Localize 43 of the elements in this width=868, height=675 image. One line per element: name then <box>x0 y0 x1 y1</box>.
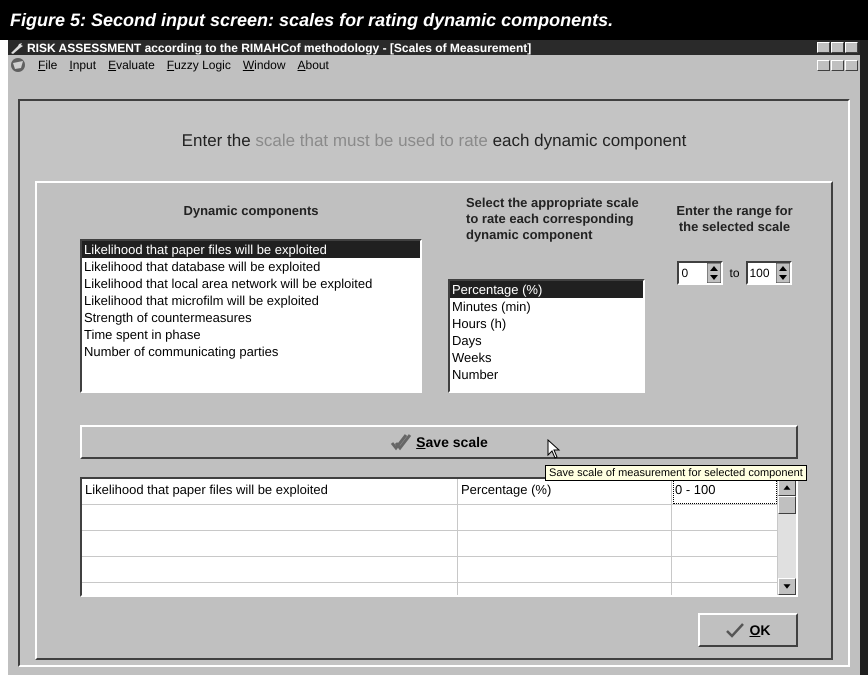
check-icon <box>725 622 746 638</box>
spin-arrows-icon[interactable] <box>707 263 722 283</box>
window-title: RISK ASSESSMENT according to the RIMAHCof methodology - [Scales of Measurement] <box>27 40 532 54</box>
figure-caption: Figure 5: Second input screen: scales for rating dynamic components. <box>0 0 868 40</box>
menu-item[interactable]: Evaluate <box>108 58 155 72</box>
list-item[interactable]: Time spent in phase <box>82 326 420 343</box>
menu-item[interactable]: Window <box>242 58 286 72</box>
scales-list[interactable]: Percentage (%) Minutes (min) Hours (h) Days Weeks Number <box>448 279 645 393</box>
menu-item[interactable]: Input <box>69 58 96 72</box>
list-item[interactable]: Percentage (%) <box>450 281 643 298</box>
save-scale-button[interactable]: Save scale <box>80 425 798 459</box>
list-label: Select the appropriate scale to rate each corresponding dynamic component <box>466 195 640 244</box>
list-item[interactable]: Strength of countermeasures <box>82 309 420 326</box>
spin-field[interactable]: 0 <box>677 261 724 285</box>
instruction-heading: Enter the scale that must be used to rate each dynamic component <box>182 131 686 151</box>
list-item[interactable]: Number of communicating parties <box>82 343 420 360</box>
spin-field[interactable]: 100 <box>746 261 792 285</box>
list-item[interactable]: Likelihood that microfilm will be exploited <box>82 292 420 309</box>
ok-button[interactable]: OK <box>698 613 798 647</box>
list-item[interactable]: Likelihood that paper files will be exploited <box>82 241 420 258</box>
components-list[interactable] <box>80 239 422 393</box>
menu-item[interactable]: Fuzzy Logic <box>166 58 231 72</box>
list-item[interactable]: Likelihood that database will be exploited <box>82 258 420 275</box>
menu-item[interactable]: About <box>298 58 329 72</box>
list-item[interactable]: Minutes (min) <box>450 298 643 315</box>
spin-arrows-icon[interactable] <box>776 263 790 283</box>
wrench-icon <box>10 42 24 54</box>
double-check-icon <box>390 433 412 451</box>
list-item[interactable]: Number <box>450 366 643 383</box>
range-label: Enter the range for the selected scale <box>675 203 794 236</box>
list-item[interactable]: Hours (h) <box>450 315 643 332</box>
table-cell: Likelihood that paper files will be exploited <box>82 479 458 505</box>
range-separator: to <box>729 266 740 280</box>
menu-item[interactable]: File <box>38 58 58 72</box>
table-cell: Percentage (%) <box>458 479 672 505</box>
list-item[interactable]: Days <box>450 332 643 349</box>
app-icon <box>10 57 26 73</box>
tooltip: Save scale of measurement for selected component <box>545 465 807 481</box>
list-item[interactable]: Weeks <box>450 349 643 366</box>
scroll-bar[interactable] <box>778 479 796 595</box>
list-label: Dynamic components <box>182 203 320 220</box>
list-item[interactable]: Likelihood that local area network will be exploited <box>82 275 420 292</box>
cursor-icon <box>547 439 561 459</box>
